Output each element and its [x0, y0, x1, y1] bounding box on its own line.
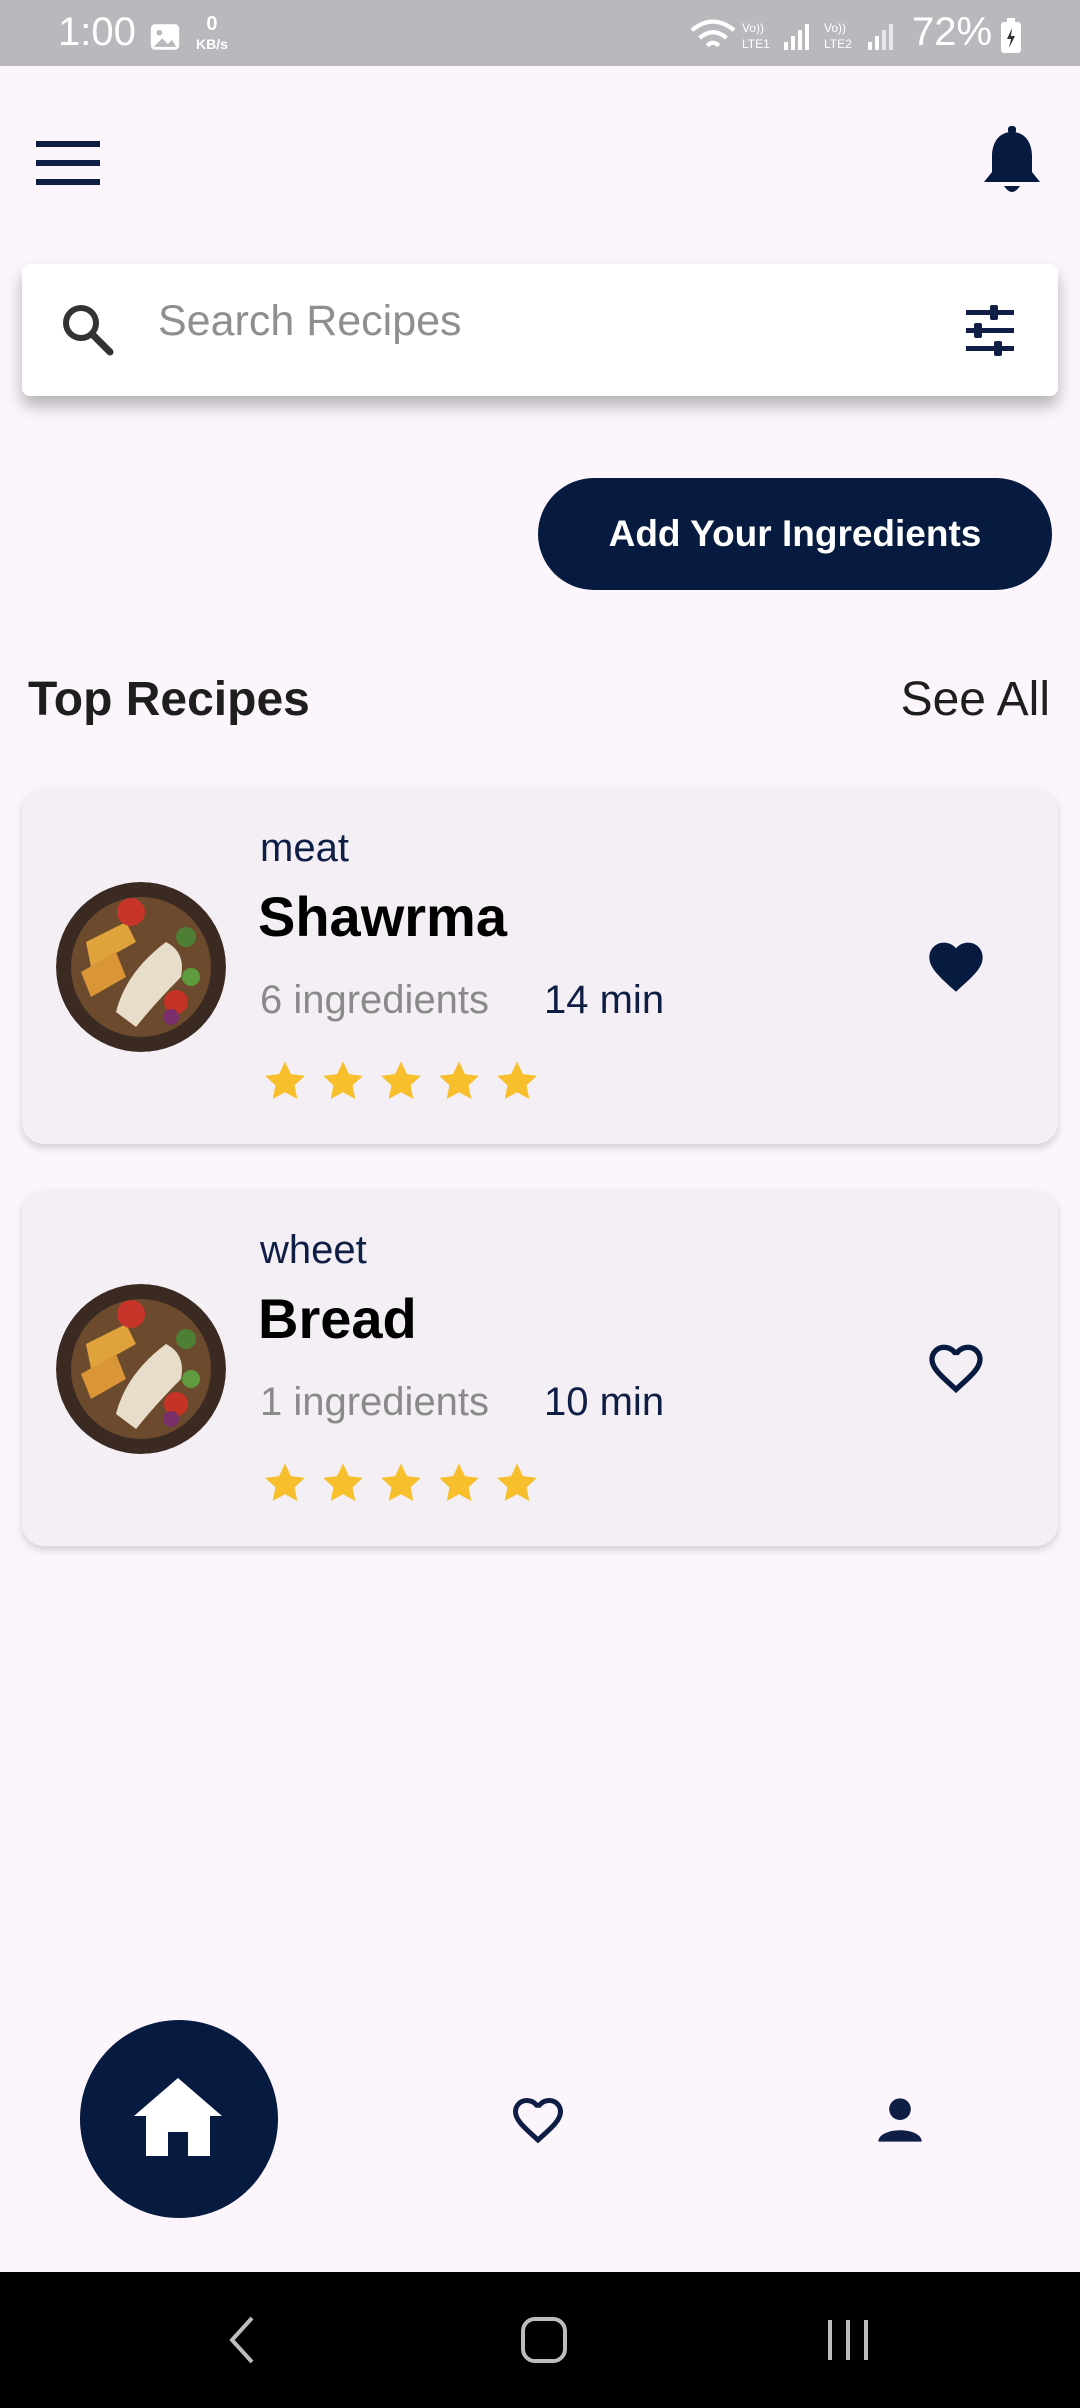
recipe-category: meat — [260, 826, 349, 870]
star-icon — [265, 1061, 305, 1100]
recipe-time: 14 min — [544, 978, 665, 1022]
star-icon — [323, 1463, 363, 1502]
rating-stars — [262, 1460, 540, 1506]
star-icon — [497, 1463, 537, 1502]
system-navigation-bar — [0, 2272, 1080, 2408]
status-bar: 1:00 0 KB/s Vo)) LTE1 Vo)) LTE2 72% — [0, 0, 1080, 66]
star-icon — [381, 1463, 421, 1502]
recipe-thumbnail — [56, 1284, 226, 1454]
recipe-time: 10 min — [544, 1380, 665, 1424]
star-icon — [265, 1463, 305, 1502]
network-speed-unit: KB/s — [196, 36, 228, 52]
heart-outline-icon[interactable] — [924, 1336, 988, 1396]
signal-icon: Vo)) LTE1 — [742, 18, 812, 54]
star-icon — [497, 1061, 537, 1100]
add-ingredients-button[interactable]: Add Your Ingredients — [538, 478, 1052, 590]
recents-icon[interactable] — [824, 2318, 872, 2362]
recipe-thumbnail — [56, 882, 226, 1052]
heart-icon[interactable] — [924, 934, 988, 994]
gallery-icon — [150, 24, 180, 50]
nav-profile-icon[interactable] — [874, 2094, 926, 2146]
menu-icon[interactable] — [36, 138, 100, 188]
status-time: 1:00 — [58, 10, 136, 54]
search-icon — [63, 305, 114, 356]
network-speed: 0 KB/s — [196, 14, 228, 54]
bell-icon[interactable] — [980, 126, 1044, 198]
wifi-icon — [690, 19, 736, 48]
svg-text:LTE2: LTE2 — [824, 37, 852, 51]
recipe-category: wheet — [260, 1228, 367, 1272]
back-icon[interactable] — [224, 2314, 260, 2366]
filter-icon[interactable] — [962, 302, 1018, 358]
star-icon — [439, 1463, 479, 1502]
network-speed-value: 0 — [206, 13, 218, 35]
see-all-link[interactable]: See All — [901, 672, 1050, 727]
search-input[interactable] — [156, 290, 900, 352]
svg-text:Vo)): Vo)) — [742, 21, 764, 35]
nav-favorites-icon[interactable] — [508, 2090, 568, 2146]
recipe-ingredients: 1 ingredients — [260, 1380, 490, 1424]
home-nav-icon[interactable] — [520, 2316, 568, 2364]
recipe-title: Bread — [258, 1287, 417, 1350]
signal-icon: Vo)) LTE2 — [824, 18, 900, 54]
star-icon — [381, 1061, 421, 1100]
star-icon — [439, 1061, 479, 1100]
home-icon — [134, 2078, 222, 2156]
star-icon — [323, 1061, 363, 1100]
rating-stars — [262, 1058, 540, 1104]
battery-icon — [1001, 18, 1021, 53]
battery-level: 72% — [912, 10, 993, 54]
recipe-title: Shawrma — [258, 885, 507, 948]
svg-text:Vo)): Vo)) — [824, 21, 846, 35]
svg-text:LTE1: LTE1 — [742, 37, 770, 51]
section-title: Top Recipes — [28, 673, 310, 726]
recipe-ingredients: 6 ingredients — [260, 978, 490, 1022]
